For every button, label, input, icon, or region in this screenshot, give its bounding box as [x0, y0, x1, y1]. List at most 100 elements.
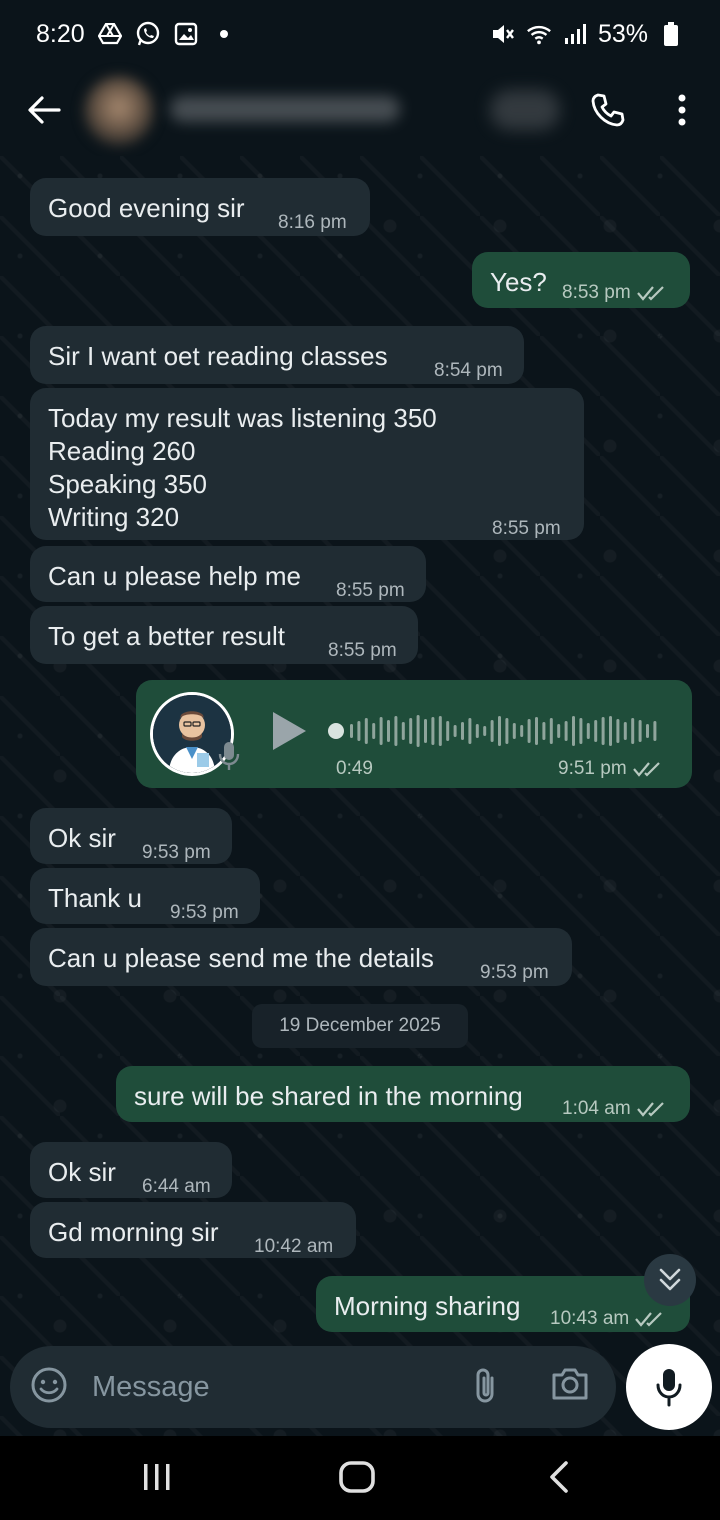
- message-bubble-incoming[interactable]: Sir I want oet reading classes 8:54 pm: [30, 326, 524, 384]
- signal-icon: [562, 21, 588, 47]
- waveform-bar: [394, 716, 398, 746]
- contact-avatar[interactable]: [84, 76, 154, 146]
- message-text: Morning sharing: [334, 1291, 521, 1321]
- composer: [10, 1346, 616, 1428]
- waveform-bar: [424, 719, 427, 743]
- waveform-bar: [616, 719, 620, 743]
- mic-badge-icon: [218, 740, 240, 777]
- time-text: 10:43 am: [550, 1308, 630, 1329]
- waveform-bar: [527, 719, 531, 743]
- message-bubble-outgoing[interactable]: Morning sharing 10:43 am: [316, 1276, 690, 1332]
- message-bubble-incoming[interactable]: Good evening sir 8:16 pm: [30, 178, 370, 236]
- nav-back-button[interactable]: [544, 1460, 572, 1499]
- camera-icon: [552, 1368, 588, 1400]
- home-button[interactable]: [338, 1460, 380, 1499]
- message-time: 10:42 am: [254, 1236, 334, 1257]
- waveform-bar: [594, 720, 598, 742]
- waveform-bar: [498, 716, 501, 746]
- back-button[interactable]: [22, 88, 66, 132]
- recents-button[interactable]: [140, 1462, 174, 1497]
- waveform-bar: [549, 718, 553, 744]
- message-text: Good evening sir: [48, 193, 245, 223]
- message-bubble-outgoing[interactable]: sure will be shared in the morning 1:04 …: [116, 1066, 690, 1122]
- message-time: 6:44 am: [142, 1176, 211, 1197]
- play-icon: [273, 712, 306, 750]
- message-bubble-outgoing[interactable]: Yes? 8:53 pm: [472, 252, 690, 308]
- mute-icon: [490, 21, 516, 47]
- message-text: Yes?: [490, 267, 547, 297]
- waveform[interactable]: [328, 714, 668, 748]
- waveform-bar: [601, 717, 605, 745]
- message-text: sure will be shared in the morning: [134, 1081, 523, 1111]
- waveform-bar: [623, 722, 627, 740]
- play-button[interactable]: [270, 710, 308, 757]
- message-text: Ok sir: [48, 1157, 116, 1187]
- sticker-icon: [31, 1367, 67, 1403]
- waveform-bar: [646, 724, 649, 738]
- more-options-button[interactable]: [660, 88, 704, 132]
- more-vert-icon: [678, 94, 686, 126]
- waveform-bar: [572, 716, 575, 746]
- contact-name[interactable]: [170, 96, 400, 122]
- arrow-left-icon: [28, 96, 61, 124]
- time-text: 9:51 pm: [558, 758, 627, 779]
- waveform-bar: [490, 720, 494, 742]
- message-bubble-incoming[interactable]: Ok sir 9:53 pm: [30, 808, 232, 864]
- message-time: 8:55 pm: [492, 518, 561, 539]
- sticker-button[interactable]: [30, 1366, 68, 1409]
- message-time: 9:53 pm: [480, 962, 549, 983]
- message-bubble-incoming[interactable]: Can u please help me 8:55 pm: [30, 546, 426, 602]
- recents-icon: [144, 1464, 170, 1490]
- phone-icon: [591, 93, 625, 127]
- contact-status: [490, 90, 560, 130]
- record-voice-button[interactable]: [626, 1344, 712, 1430]
- notification-dot-icon: [211, 21, 237, 47]
- message-bubble-incoming[interactable]: Thank u 9:53 pm: [30, 868, 260, 924]
- chevron-left-icon: [550, 1461, 568, 1493]
- waveform-bar: [535, 717, 538, 745]
- waveform-bar: [401, 722, 405, 740]
- message-text: Thank u: [48, 883, 142, 913]
- message-input[interactable]: [92, 1364, 452, 1410]
- waveform-bar: [638, 720, 642, 742]
- message-time: 8:16 pm: [278, 212, 347, 233]
- message-text: Can u please send me the details: [48, 943, 434, 973]
- message-bubble-incoming[interactable]: Ok sir 6:44 am: [30, 1142, 232, 1198]
- waveform-bar: [416, 715, 420, 747]
- message-bubble-incoming[interactable]: Gd morning sir 10:42 am: [30, 1202, 356, 1258]
- message-bubble-incoming[interactable]: To get a better result 8:55 pm: [30, 606, 418, 664]
- message-time: 9:53 pm: [170, 902, 239, 923]
- read-ticks-icon: [636, 1102, 664, 1117]
- battery-percent: 53%: [597, 19, 648, 48]
- waveform-bar: [431, 717, 435, 745]
- message-text: To get a better result: [48, 621, 286, 651]
- paperclip-icon: [476, 1368, 494, 1403]
- message-bubble-incoming[interactable]: Today my result was listening 350 Readin…: [30, 388, 584, 540]
- waveform-bar: [564, 721, 568, 741]
- time-text: 1:04 am: [562, 1098, 631, 1119]
- mic-icon: [656, 1369, 682, 1407]
- attach-button[interactable]: [472, 1366, 498, 1411]
- time-text: 8:53 pm: [562, 282, 631, 303]
- voice-call-button[interactable]: [586, 88, 630, 132]
- waveform-bar: [357, 721, 361, 741]
- scroll-to-bottom-button[interactable]: [644, 1254, 696, 1306]
- message-text: Sir I want oet reading classes: [48, 341, 388, 371]
- waveform-bar: [461, 722, 464, 740]
- chat-area[interactable]: Good evening sir 8:16 pm Yes? 8:53 pm Si…: [0, 156, 720, 1436]
- read-ticks-icon: [635, 1312, 663, 1327]
- whatsapp-icon: [135, 21, 161, 47]
- waveform-bar: [364, 718, 368, 744]
- camera-button[interactable]: [550, 1366, 590, 1407]
- playback-position-knob: [328, 723, 344, 739]
- message-bubble-incoming[interactable]: Can u please send me the details 9:53 pm: [30, 928, 572, 986]
- message-text: Today my result was listening 350 Readin…: [48, 403, 437, 532]
- waveform-bar: [372, 723, 376, 739]
- read-ticks-icon: [636, 286, 664, 301]
- waveform-bar: [483, 726, 487, 736]
- wifi-icon: [526, 21, 552, 47]
- voice-message[interactable]: 0:49 9:51 pm: [136, 680, 692, 788]
- chat-header: [0, 68, 720, 156]
- waveform-bar: [446, 721, 450, 741]
- message-time: 1:04 am: [562, 1092, 667, 1125]
